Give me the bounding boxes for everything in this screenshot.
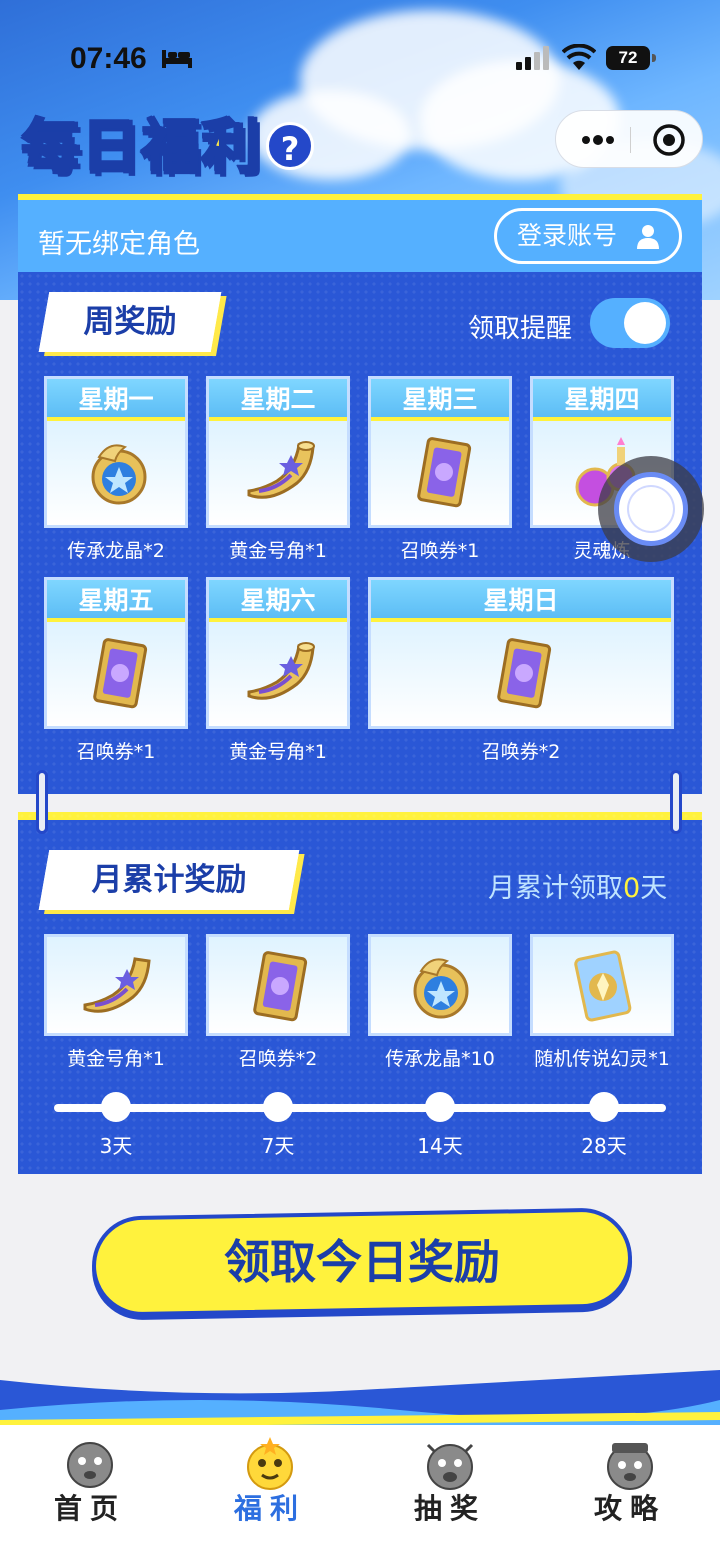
day-label: 星期六 — [209, 580, 347, 622]
binder-ring — [36, 770, 48, 834]
more-icon[interactable] — [578, 129, 618, 151]
summon-ticket-icon — [93, 638, 148, 709]
weekly-section-title: 周奖励 — [38, 292, 222, 352]
user-icon — [637, 225, 659, 249]
monthly-claim-count: 月累计领取0天 — [488, 866, 667, 905]
floating-assistive-button[interactable] — [598, 456, 704, 562]
claim-button-label: 领取今日奖励 — [224, 1235, 500, 1289]
sleep-mode-icon — [162, 50, 192, 68]
monthly-section-label: 月累计奖励 — [91, 862, 247, 898]
nav-label: 抽奖 — [413, 1492, 486, 1525]
reminder-label: 领取提醒 — [468, 314, 573, 344]
claim-today-button[interactable]: 领取今日奖励 — [91, 1207, 633, 1317]
login-button[interactable]: 登录账号 — [494, 208, 682, 264]
reward-label: 随机传说幻灵*1 — [534, 1048, 670, 1070]
nav-label: 首页 — [53, 1492, 126, 1525]
day-label: 星期一 — [47, 379, 185, 421]
guide-mascot-icon — [607, 1443, 653, 1490]
day-card-sun[interactable]: 星期日 — [368, 577, 674, 729]
nav-label: 攻略 — [593, 1492, 666, 1525]
binder-ring — [670, 770, 682, 834]
reward-label: 黄金号角*1 — [229, 540, 327, 562]
title-part-2: 福利 — [141, 112, 263, 183]
bind-status-text: 暂无绑定角色 — [38, 229, 200, 260]
golden-horn-icon — [83, 957, 151, 1013]
day-card-mon[interactable]: 星期一 — [44, 376, 188, 528]
miniprogram-capsule — [555, 110, 703, 168]
nav-welfare[interactable]: 福利 — [180, 1425, 360, 1565]
day-card-sat[interactable]: 星期六 — [206, 577, 350, 729]
day-card-tue[interactable]: 星期二 — [206, 376, 350, 528]
summon-ticket-icon — [497, 638, 552, 709]
reward-label: 召唤券*2 — [238, 1048, 318, 1070]
reward-label: 传承龙晶*2 — [67, 540, 165, 562]
milestone-label: 28天 — [581, 1134, 627, 1158]
close-miniprogram-icon[interactable] — [652, 123, 686, 157]
monthly-reward-card[interactable] — [368, 934, 512, 1036]
golden-horn-icon — [247, 642, 315, 700]
help-icon[interactable]: ? — [266, 122, 314, 170]
login-label: 登录账号 — [517, 221, 618, 250]
title-part-1: 每日 — [20, 112, 143, 183]
milestone-dot — [263, 1092, 293, 1122]
reminder-toggle[interactable] — [590, 298, 670, 348]
reward-label: 黄金号角*1 — [229, 741, 327, 763]
reward-label: 传承龙晶*10 — [385, 1048, 495, 1070]
welfare-mascot-icon — [247, 1437, 293, 1490]
battery-indicator: 72 — [606, 46, 656, 70]
milestone-label: 7天 — [261, 1134, 295, 1158]
monthly-section-title: 月累计奖励 — [38, 850, 300, 910]
count-prefix: 月累计领取 — [488, 873, 623, 904]
battery-level: 72 — [606, 46, 650, 70]
summon-ticket-icon — [253, 951, 308, 1022]
day-label: 星期二 — [209, 379, 347, 421]
monthly-reward-card[interactable] — [44, 934, 188, 1036]
milestone-label: 3天 — [99, 1134, 133, 1158]
weekly-section-label: 周奖励 — [83, 304, 177, 340]
golden-horn-icon — [247, 441, 315, 499]
lottery-mascot-icon — [426, 1443, 474, 1490]
day-card-wed[interactable]: 星期三 — [368, 376, 512, 528]
reward-label: 召唤券*2 — [481, 741, 561, 763]
account-bar: 暂无绑定角色 登录账号 — [18, 194, 702, 272]
status-time: 07:46 — [70, 42, 147, 75]
day-card-fri[interactable]: 星期五 — [44, 577, 188, 729]
reward-label: 黄金号角*1 — [67, 1048, 165, 1070]
summon-ticket-icon — [417, 437, 472, 508]
signal-icon — [516, 46, 549, 70]
monthly-reward-card[interactable] — [530, 934, 674, 1036]
status-bar: 07:46 72 — [0, 0, 720, 110]
page-title: 每日福利 — [20, 100, 263, 183]
nav-lottery[interactable]: 抽奖 — [360, 1425, 540, 1565]
monthly-reward-card[interactable] — [206, 934, 350, 1036]
dragon-crystal-icon — [413, 958, 469, 1019]
nav-label: 福利 — [233, 1492, 306, 1525]
day-label: 星期五 — [47, 580, 185, 622]
reward-label: 召唤券*1 — [400, 540, 480, 562]
home-mascot-icon — [67, 1442, 113, 1488]
milestone-label: 14天 — [417, 1134, 463, 1158]
day-label: 星期日 — [371, 580, 671, 622]
milestone-dot — [425, 1092, 455, 1122]
day-label: 星期四 — [533, 379, 671, 421]
nav-home[interactable]: 首页 — [0, 1425, 180, 1565]
bottom-nav: 首页 福利 抽奖 攻略 — [0, 1425, 720, 1565]
wifi-icon — [562, 44, 596, 70]
milestone-dot — [101, 1092, 131, 1122]
nav-guide[interactable]: 攻略 — [540, 1425, 720, 1565]
legend-spirit-card-icon — [574, 950, 632, 1022]
count-suffix: 天 — [640, 873, 668, 904]
milestone-dot — [589, 1092, 619, 1122]
day-label: 星期三 — [371, 379, 509, 421]
reward-label: 召唤券*1 — [76, 741, 156, 763]
progress-timeline — [54, 1104, 666, 1112]
dragon-crystal-icon — [91, 444, 147, 505]
count-value: 0 — [623, 873, 641, 904]
